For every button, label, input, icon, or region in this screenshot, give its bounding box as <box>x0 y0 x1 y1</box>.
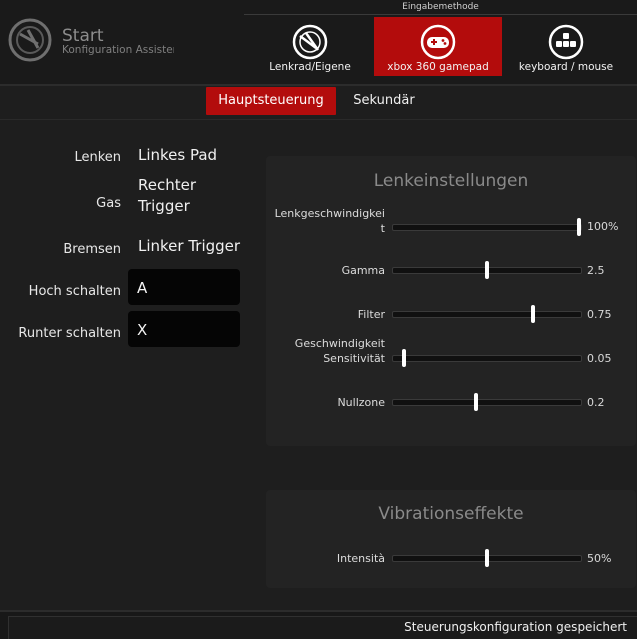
steering-settings-panel: Lenkeinstellungen Lenkgeschwindigkei t 1… <box>266 156 636 446</box>
speed-sensitivity-slider-handle[interactable] <box>402 349 406 367</box>
tab-secondary[interactable]: Sekundär <box>344 87 424 115</box>
steering-settings-title: Lenkeinstellungen <box>373 171 529 191</box>
mode-xbox-gamepad[interactable]: xbox 360 gamepad <box>374 17 502 76</box>
speed-sensitivity-value: 0.05 <box>587 352 612 365</box>
gas-label: Gas <box>96 196 121 211</box>
steering-wheel-icon <box>292 24 328 60</box>
header-bar: Start Konfiguration Assistent Eingabemet… <box>0 0 637 84</box>
speed-sensitivity-label-line1: Geschwindigkeit <box>294 337 385 350</box>
gamepad-icon <box>420 24 456 60</box>
steering-speed-value: 100% <box>587 220 619 233</box>
deadzone-label: Nullzone <box>337 396 385 409</box>
speed-sensitivity-label: Geschwindigkeit Sensitivität <box>265 336 385 366</box>
filter-slider-handle[interactable] <box>531 305 535 323</box>
filter-value: 0.75 <box>587 308 612 321</box>
slider-row-intensity: Intensità 50% <box>266 546 636 576</box>
mode-xbox-gamepad-label: xbox 360 gamepad <box>387 61 489 73</box>
brake-value[interactable]: Linker Trigger <box>138 236 240 257</box>
steering-wheel-logo-icon[interactable] <box>8 18 52 62</box>
tab-main-controls[interactable]: Hauptsteuerung <box>206 87 336 115</box>
tab-divider <box>0 119 637 120</box>
slider-row-gamma: Gamma 2.5 <box>266 256 636 286</box>
filter-label: Filter <box>357 308 385 321</box>
input-method-caption: Eingabemethode <box>244 0 637 15</box>
slider-row-deadzone: Nullzone 0.2 <box>266 388 636 418</box>
shift-up-binding-field[interactable]: A <box>128 269 240 305</box>
shift-down-binding-field[interactable]: X <box>128 311 240 347</box>
gamma-slider[interactable] <box>392 261 582 279</box>
intensity-slider-handle[interactable] <box>485 549 489 567</box>
steer-label: Lenken <box>74 150 121 165</box>
shift-up-label: Hoch schalten <box>28 284 121 299</box>
slider-row-steering-speed: Lenkgeschwindigkei t 100% <box>266 206 636 236</box>
deadzone-slider-handle[interactable] <box>474 393 478 411</box>
gamma-label: Gamma <box>341 264 385 277</box>
mode-keyboard-mouse[interactable]: keyboard / mouse <box>502 17 630 76</box>
mode-steering-wheel-label: Lenkrad/Eigene <box>269 61 351 73</box>
shift-down-label: Runter schalten <box>18 326 121 341</box>
keyboard-keys-icon <box>548 24 584 60</box>
gamma-value: 2.5 <box>587 264 605 277</box>
gas-value-line1[interactable]: Rechter <box>138 175 196 196</box>
steering-speed-slider[interactable] <box>392 218 582 236</box>
status-message: Steuerungskonfiguration gespeichert <box>404 620 627 634</box>
slider-row-filter: Filter 0.75 <box>266 300 636 330</box>
speed-sensitivity-slider[interactable] <box>392 349 582 367</box>
deadzone-slider[interactable] <box>392 393 582 411</box>
intensity-slider[interactable] <box>392 549 582 567</box>
intensity-label: Intensità <box>336 552 385 565</box>
mode-keyboard-mouse-label: keyboard / mouse <box>518 61 614 73</box>
steering-speed-label-line2: t <box>380 222 385 235</box>
deadzone-value: 0.2 <box>587 396 605 409</box>
mode-steering-wheel[interactable]: Lenkrad/Eigene <box>246 17 374 76</box>
speed-sensitivity-label-line2: Sensitivität <box>323 352 385 365</box>
app-subtitle: Konfiguration Assistent <box>62 44 174 56</box>
header-divider <box>0 84 637 86</box>
steer-value[interactable]: Linkes Pad <box>138 145 217 166</box>
intensity-value: 50% <box>587 552 612 565</box>
vibration-title: Vibrationseffekte <box>378 504 524 524</box>
filter-slider[interactable] <box>392 305 582 323</box>
brake-label: Bremsen <box>63 242 121 257</box>
app-title[interactable]: Start <box>62 26 104 46</box>
status-bar: Steuerungskonfiguration gespeichert <box>0 610 637 639</box>
slider-row-speed-sensitivity: Geschwindigkeit Sensitivität 0.05 <box>265 336 636 367</box>
steering-speed-slider-handle[interactable] <box>577 218 581 236</box>
gas-value-line2[interactable]: Trigger <box>138 196 190 217</box>
gamma-slider-handle[interactable] <box>485 261 489 279</box>
vibration-panel: Vibrationseffekte Intensità 50% <box>266 490 636 588</box>
steering-speed-label: Lenkgeschwindigkei t <box>265 206 385 236</box>
steering-speed-label-line1: Lenkgeschwindigkei <box>274 207 385 220</box>
